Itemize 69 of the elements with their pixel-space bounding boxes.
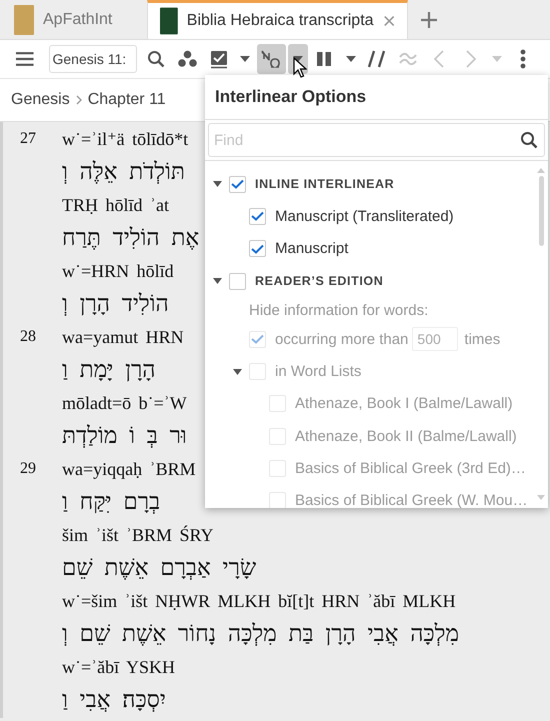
checklist-icon <box>210 50 228 68</box>
hebrew-line: תּוֹלְדֹת אֵלֶּה וְ <box>62 159 185 185</box>
caret-icon <box>346 56 356 62</box>
new-tab-icon[interactable] <box>420 10 438 28</box>
checkbox[interactable] <box>249 208 266 225</box>
chevron-right-icon <box>466 50 476 68</box>
option-label: Manuscript <box>275 240 348 258</box>
wave-icon <box>399 52 418 66</box>
transliteration-line: w˙=HRN hōlīd <box>62 260 174 282</box>
option-label: occurring more than <box>275 330 408 348</box>
checkbox[interactable] <box>229 272 246 290</box>
scrollbar-thumb[interactable] <box>539 176 544 246</box>
verse-number: 29 <box>20 460 36 478</box>
hebrew-line: הוֹלִיד הָרָן וְ <box>62 291 169 317</box>
transliteration-line: mōladt=ō b˙=ʾW <box>62 392 187 414</box>
caret-icon[interactable] <box>213 181 222 188</box>
double-slash-icon <box>366 50 387 68</box>
kebab-icon <box>520 49 526 69</box>
option-label: Athenaze, Book II (Balme/Lawall) <box>295 428 517 445</box>
option-label: Athenaze, Book I (Balme/Lawall) <box>295 395 513 412</box>
verse-number: 27 <box>20 130 36 148</box>
search-icon <box>147 50 166 68</box>
search-icon <box>520 131 538 149</box>
document-tab[interactable]: Biblia Hebraica transcripta <box>147 0 408 39</box>
transliteration-line: šim ʾišt ʾBRM ŚRY <box>62 524 214 546</box>
hebrew-line: אֶת הוֹלִיד תֶּרַח <box>62 225 200 251</box>
option-label: Basics of Biblical Greek (W. Mou… <box>295 492 528 508</box>
section-heading: INLINE INTERLINEAR <box>255 177 394 192</box>
tab-label: Biblia Hebraica transcripta <box>186 12 374 30</box>
section-heading: READER’S EDITION <box>255 274 384 288</box>
hebrew-line: הָרָן יָּמָת וַ <box>62 357 156 383</box>
transliteration-line: w˙=ʾăbī YSKH <box>62 656 175 678</box>
option-label: Manuscript (Transliterated) <box>275 208 454 225</box>
list-label: in Word Lists <box>275 363 362 380</box>
find-field[interactable]: Find <box>208 123 545 157</box>
breadcrumb-link[interactable]: Chapter 11 <box>88 91 166 109</box>
transliteration-line: wa=yamut HRN <box>62 326 184 348</box>
checkbox[interactable] <box>229 176 246 193</box>
columns-icon <box>316 51 332 67</box>
location-field[interactable]: Genesis 11: <box>48 45 136 73</box>
caret-icon <box>240 56 250 62</box>
tab-label: ApFathInt <box>43 10 114 28</box>
caret-icon[interactable] <box>213 278 222 284</box>
close-icon[interactable] <box>382 14 395 28</box>
option-label: Basics of Biblical Greek (3rd Ed)… <box>295 460 526 478</box>
hebrew-line: מִלְכָּה אֲבִי הָרָן בַּת מִלְכָּה נָחוֹר אֵשֶׁת שֵׁם וְ <box>62 621 460 647</box>
hebrew-line: שָׂרָי אַבְרָם אֵשֶׁת שֵׁם <box>62 555 256 581</box>
dots-icon <box>178 50 197 68</box>
chevron-icon <box>76 95 82 105</box>
transliteration-line: wa=yiqqaḥ ʾBRM <box>62 458 196 480</box>
caret-icon <box>292 56 303 62</box>
menu-icon[interactable] <box>15 51 34 67</box>
transliteration-line: w˙=šim ʾišt NḤWR MLKH bĭ[t]t HRN ʾăbī MLKH <box>62 590 456 612</box>
breadcrumb-link[interactable]: Genesis <box>11 91 70 109</box>
chevron-left-icon <box>434 50 444 68</box>
hebrew-line: וּר בְּ וֹ מוֹלַדְתּ <box>62 423 187 449</box>
interlinear-button[interactable] <box>256 44 286 74</box>
transliteration-line: w˙=ʾil⁺ä tōlīdō*t <box>62 128 188 150</box>
popup-title: Interlinear Options <box>215 87 366 107</box>
symbols-icon <box>261 50 282 68</box>
section-note: Hide information for words: <box>248 302 428 319</box>
transliteration-line: TRḤ hōlīd ʾat <box>62 194 169 216</box>
option-label: times <box>464 330 500 348</box>
hebrew-line: בְרָם יִּקַּח וַ <box>62 489 160 515</box>
caret-icon <box>492 56 502 62</box>
hebrew-line: יִסְכָּה׃ אֲבִי וַ <box>62 687 166 713</box>
checkbox[interactable] <box>249 240 266 258</box>
document-tab[interactable]: ApFathInt <box>0 0 147 39</box>
verse-number: 28 <box>20 328 36 346</box>
